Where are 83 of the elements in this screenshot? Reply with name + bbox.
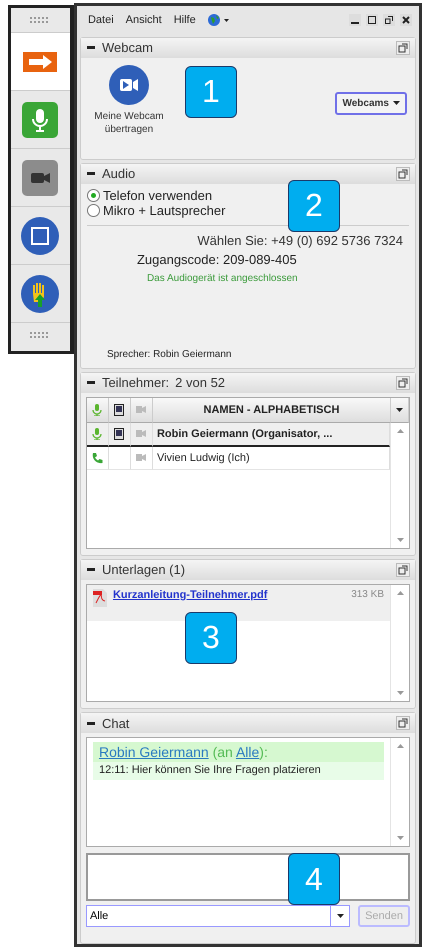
microphone-icon [92, 404, 102, 416]
callout-number: 2 [288, 180, 340, 232]
grip-icon[interactable] [30, 332, 50, 338]
speaker-label: Sprecher: Robin Geiermann [106, 348, 232, 360]
popout-button[interactable] [396, 376, 410, 390]
popout-button[interactable] [383, 14, 395, 26]
popout-button[interactable] [396, 166, 410, 181]
callout-tooltip: 4 [288, 853, 340, 906]
section-title: Unterlagen (1) [102, 562, 186, 578]
section-title: Audio [102, 166, 136, 182]
file-size: 313 KB [351, 588, 384, 600]
message-text: 12:11: Hier können Sie Ihre Fragen platzieren [98, 763, 322, 778]
maximize-button[interactable] [366, 14, 378, 26]
sender-link[interactable]: Robin Geiermann [98, 744, 209, 760]
scroll-up-icon[interactable] [396, 590, 404, 595]
phone-icon [91, 452, 104, 464]
stop-icon [20, 216, 60, 256]
popout-button[interactable] [396, 716, 410, 730]
caret-icon [396, 408, 403, 412]
scroll-down-icon[interactable] [396, 836, 404, 840]
menu-item[interactable]: Datei [88, 14, 114, 26]
maximize-icon [368, 16, 376, 24]
participant-row[interactable]: Robin Geiermann (Organisator, ... [86, 422, 390, 447]
menu-item[interactable]: Ansicht [126, 14, 162, 26]
popout-icon [398, 168, 408, 179]
close-icon [402, 16, 410, 24]
webcam-share-button[interactable]: Meine Webcam übertragen [88, 64, 169, 137]
callout-number: 3 [184, 612, 237, 664]
section-title: Teilnehmer: [102, 375, 170, 390]
access-code: Zugangscode: 209-089-405 [136, 252, 298, 267]
scroll-up-icon[interactable] [396, 744, 404, 748]
popout-icon [398, 378, 408, 388]
microphone-icon [22, 102, 58, 138]
pdf-file-icon [92, 588, 107, 607]
section-title: Webcam [102, 40, 154, 56]
participant-name: Vivien Ludwig (Ich) [152, 446, 390, 470]
section-title: Chat [102, 716, 130, 731]
minus-icon [86, 46, 95, 50]
popout-button[interactable] [396, 40, 410, 55]
popout-icon [398, 718, 408, 728]
scroll-down-icon[interactable] [396, 538, 404, 542]
screen-icon [114, 428, 124, 440]
recipient-suffix: ): [259, 744, 268, 760]
caret-icon [336, 914, 344, 918]
participant-name: Robin Geiermann (Organisator, ... [152, 422, 390, 447]
video-camera-icon [108, 64, 150, 106]
participant-row[interactable]: Vivien Ludwig (Ich) [86, 446, 390, 470]
recipient-link[interactable]: Alle [236, 744, 260, 760]
camera-icon [136, 430, 146, 438]
globe-icon[interactable] [208, 14, 230, 26]
camera-icon [136, 454, 146, 462]
popout-icon [398, 564, 408, 575]
webcams-dropdown[interactable]: Webcams [335, 92, 407, 115]
minimize-button[interactable] [349, 14, 361, 26]
popout-icon [398, 42, 408, 53]
menu-item[interactable]: Hilfe [174, 14, 196, 26]
minus-icon [86, 381, 95, 384]
camera-icon [136, 406, 146, 414]
popout-icon [385, 16, 393, 24]
column-header[interactable]: NAMEN - ALPHABETISCH [152, 398, 391, 423]
screen-icon [114, 404, 124, 416]
callout-number: 1 [184, 66, 237, 118]
camera-icon [22, 160, 58, 196]
dial-in-number: Wählen Sie: +49 (0) 692 5736 7324 [196, 232, 404, 248]
caret-icon [393, 101, 400, 106]
minimize-icon [351, 22, 359, 24]
radio-option[interactable]: Telefon verwenden [86, 188, 212, 203]
participant-count: 2 von 52 [175, 375, 226, 390]
scroll-up-icon[interactable] [396, 428, 404, 433]
raised-hand-icon [20, 274, 60, 314]
recipient-select[interactable]: Alle [86, 905, 350, 928]
minus-icon [86, 172, 95, 176]
file-link[interactable]: Kurzanleitung-Teilnehmer.pdf [112, 588, 268, 601]
radio-option[interactable]: Mikro + Lautsprecher [86, 202, 226, 218]
microphone-icon [92, 428, 102, 440]
popout-button[interactable] [396, 562, 410, 577]
minus-icon [86, 568, 95, 572]
audio-status: Das Audiogerät ist angeschlossen [146, 272, 299, 284]
grip-icon[interactable] [30, 17, 50, 23]
close-button[interactable] [400, 14, 412, 26]
minus-icon [86, 722, 95, 725]
recipient-prefix: (an [212, 744, 233, 760]
scroll-down-icon[interactable] [396, 691, 404, 696]
